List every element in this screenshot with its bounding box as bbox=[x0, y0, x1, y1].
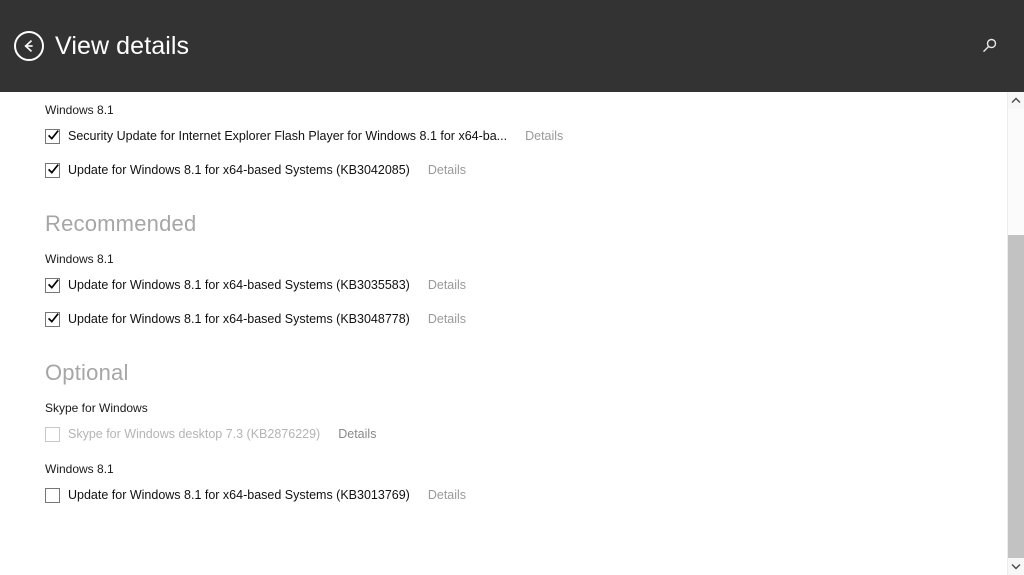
section-heading: Recommended bbox=[45, 211, 197, 236]
update-group: Windows 8.1 Update for Windows 8.1 for x… bbox=[45, 451, 1007, 512]
update-row[interactable]: Update for Windows 8.1 for x64-based Sys… bbox=[45, 153, 1007, 187]
app-header: View details bbox=[0, 0, 1024, 92]
checkmark-icon bbox=[47, 312, 59, 323]
group-items: Skype for Windows desktop 7.3 (KB2876229… bbox=[45, 417, 1007, 451]
update-section: Recommended Windows 8.1 Update for Windo… bbox=[45, 187, 1007, 336]
update-checkbox[interactable] bbox=[45, 311, 60, 327]
details-link[interactable]: Details bbox=[428, 489, 466, 502]
update-label: Update for Windows 8.1 for x64-based Sys… bbox=[68, 162, 410, 177]
chevron-up-icon[interactable] bbox=[1008, 92, 1024, 109]
update-group: Windows 8.1 Update for Windows 8.1 for x… bbox=[45, 241, 1007, 336]
update-group: Skype for Windows Skype for Windows desk… bbox=[45, 390, 1007, 451]
group-label: Windows 8.1 bbox=[45, 103, 114, 117]
group-label: Skype for Windows bbox=[45, 401, 148, 415]
chevron-down-icon[interactable] bbox=[1008, 558, 1024, 575]
checkmark-icon bbox=[47, 278, 59, 289]
details-link[interactable]: Details bbox=[338, 428, 376, 441]
search-icon[interactable] bbox=[976, 33, 1002, 59]
update-row[interactable]: Update for Windows 8.1 for x64-based Sys… bbox=[45, 478, 1007, 512]
update-checkbox[interactable] bbox=[45, 487, 60, 503]
scrollbar-thumb[interactable] bbox=[1008, 235, 1024, 562]
update-label: Skype for Windows desktop 7.3 (KB2876229… bbox=[68, 426, 321, 441]
updates-list-region: Windows 8.1 Security Update for Internet… bbox=[0, 92, 1007, 575]
update-row[interactable]: Security Update for Internet Explorer Fl… bbox=[45, 119, 1007, 153]
update-label: Update for Windows 8.1 for x64-based Sys… bbox=[68, 277, 410, 292]
details-link[interactable]: Details bbox=[428, 164, 466, 177]
update-checkbox[interactable] bbox=[45, 128, 60, 144]
checkmark-icon bbox=[47, 163, 59, 174]
update-row[interactable]: Update for Windows 8.1 for x64-based Sys… bbox=[45, 268, 1007, 302]
group-label: Windows 8.1 bbox=[45, 462, 114, 476]
checkmark-icon bbox=[47, 129, 59, 140]
details-link[interactable]: Details bbox=[428, 313, 466, 326]
page-title: View details bbox=[55, 31, 190, 60]
group-label: Windows 8.1 bbox=[45, 252, 114, 266]
update-section: Optional Skype for Windows Skype for Win… bbox=[45, 336, 1007, 512]
update-label: Update for Windows 8.1 for x64-based Sys… bbox=[68, 311, 410, 326]
update-checkbox[interactable] bbox=[45, 277, 60, 293]
group-items: Update for Windows 8.1 for x64-based Sys… bbox=[45, 268, 1007, 336]
update-checkbox[interactable] bbox=[45, 162, 60, 178]
update-checkbox bbox=[45, 426, 60, 442]
vertical-scrollbar[interactable] bbox=[1007, 92, 1024, 575]
group-items: Security Update for Internet Explorer Fl… bbox=[45, 119, 1007, 187]
details-link[interactable]: Details bbox=[525, 130, 563, 143]
section-groups: Windows 8.1 Security Update for Internet… bbox=[45, 92, 1007, 187]
update-label: Security Update for Internet Explorer Fl… bbox=[68, 128, 508, 143]
update-label: Update for Windows 8.1 for x64-based Sys… bbox=[68, 487, 410, 502]
back-arrow-circle-icon[interactable] bbox=[14, 31, 44, 61]
details-link[interactable]: Details bbox=[428, 279, 466, 292]
section-groups: Windows 8.1 Update for Windows 8.1 for x… bbox=[45, 241, 1007, 336]
update-group: Windows 8.1 Security Update for Internet… bbox=[45, 92, 1007, 187]
section-groups: Skype for Windows Skype for Windows desk… bbox=[45, 390, 1007, 512]
update-row[interactable]: Update for Windows 8.1 for x64-based Sys… bbox=[45, 302, 1007, 336]
group-items: Update for Windows 8.1 for x64-based Sys… bbox=[45, 478, 1007, 512]
scrollbar-track[interactable] bbox=[1008, 109, 1024, 562]
sections-container: Windows 8.1 Security Update for Internet… bbox=[0, 92, 1007, 512]
update-section: Windows 8.1 Security Update for Internet… bbox=[45, 92, 1007, 187]
section-heading: Optional bbox=[45, 360, 129, 385]
update-row[interactable]: Skype for Windows desktop 7.3 (KB2876229… bbox=[45, 417, 1007, 451]
